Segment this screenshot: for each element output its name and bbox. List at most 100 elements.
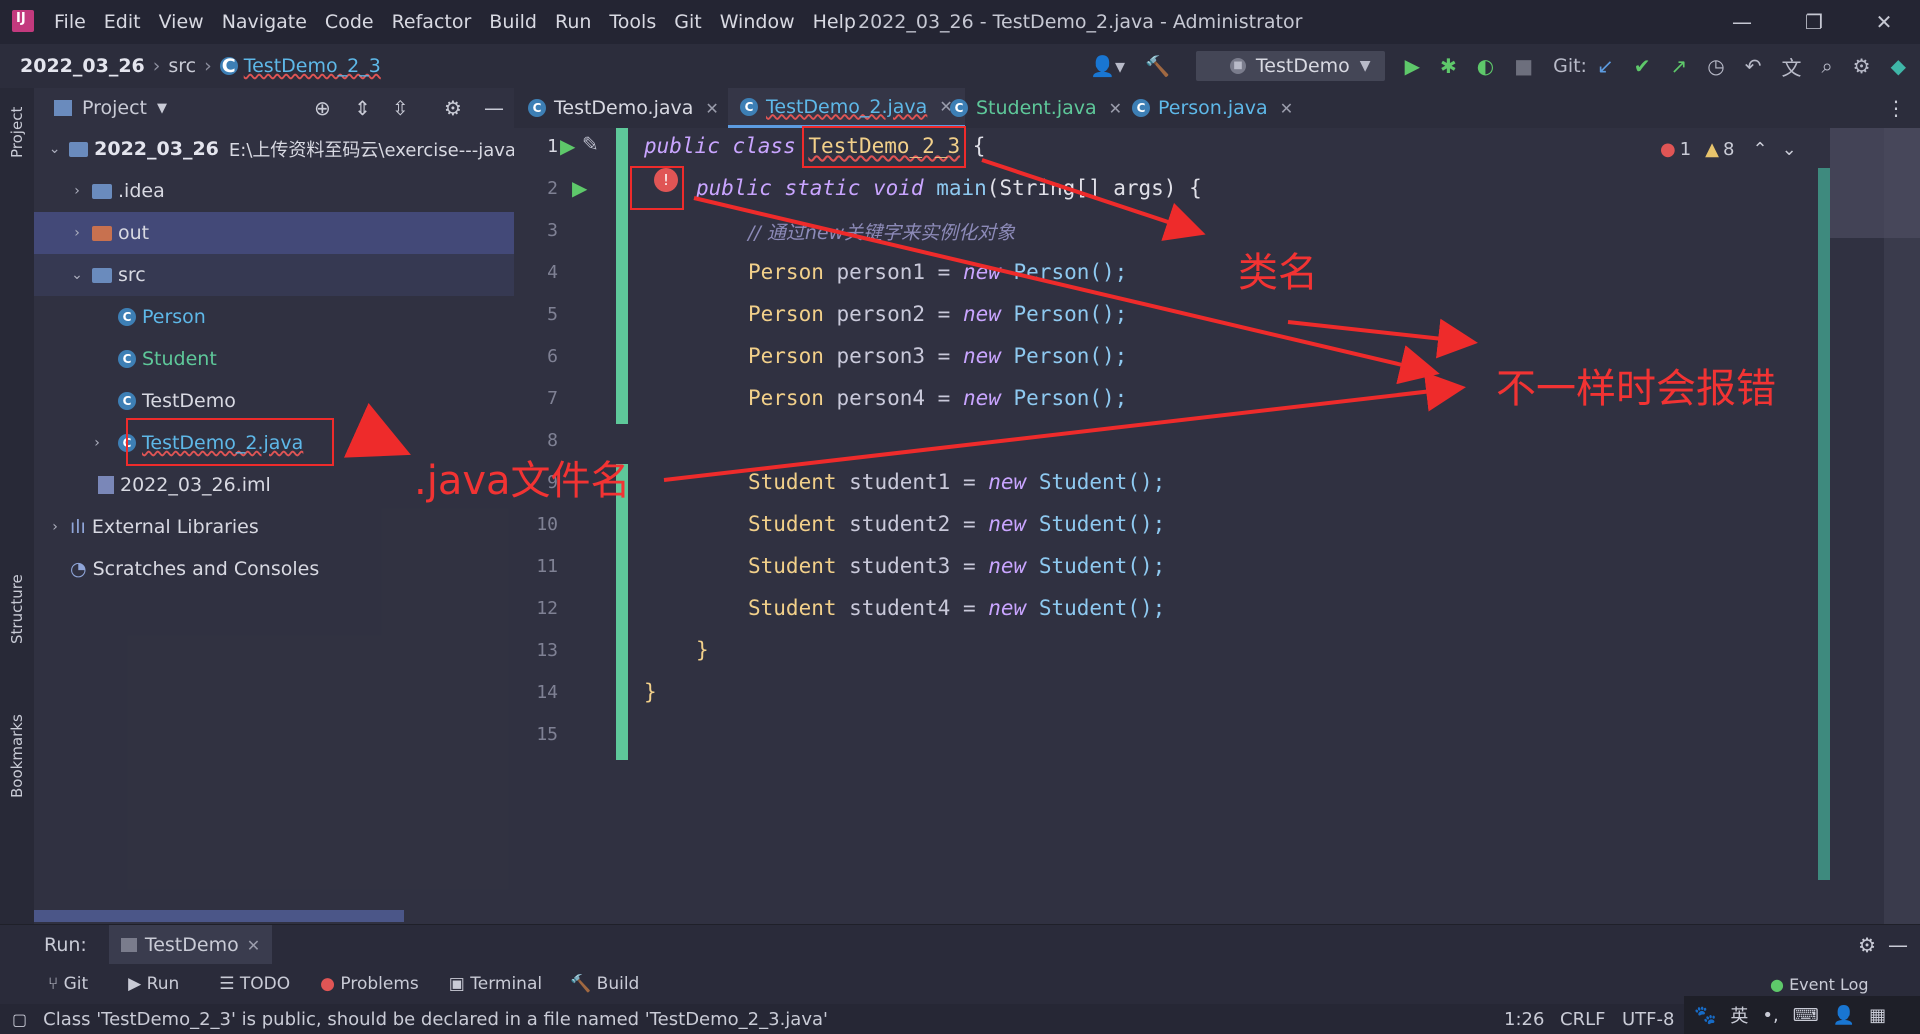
- chevron-down-icon[interactable]: ▼: [157, 101, 167, 116]
- run-gutter-icon[interactable]: ▶: [572, 176, 587, 200]
- event-log-button[interactable]: ● Event Log: [1770, 975, 1869, 994]
- ime-grid-icon[interactable]: ▦: [1869, 1005, 1886, 1026]
- tree-node-testdemo[interactable]: C TestDemo: [34, 380, 514, 422]
- run-icon[interactable]: ▶: [1405, 54, 1420, 78]
- tab-student[interactable]: C Student.java ✕: [950, 88, 1122, 128]
- translate-icon[interactable]: 文: [1781, 52, 1801, 81]
- tab-person[interactable]: C Person.java ✕: [1132, 88, 1293, 128]
- menu-code[interactable]: Code: [325, 11, 374, 33]
- ime-keyboard-icon[interactable]: ⌨: [1793, 1005, 1819, 1026]
- toolwin-build[interactable]: 🔨 Build: [570, 974, 639, 994]
- toolbox-logo-icon[interactable]: ◆: [1891, 54, 1906, 78]
- editor-vertical-scrollbar[interactable]: [1818, 168, 1830, 880]
- build-hammer-icon[interactable]: 🔨: [1145, 54, 1170, 78]
- expand-all-icon[interactable]: ⇕: [354, 96, 371, 120]
- menu-view[interactable]: View: [159, 11, 204, 33]
- stop-icon[interactable]: ■: [1514, 54, 1533, 78]
- menu-tools[interactable]: Tools: [609, 11, 656, 33]
- settings-gear-icon[interactable]: ⚙: [1853, 54, 1871, 78]
- toolwin-problems[interactable]: ● Problems: [320, 974, 419, 994]
- close-tab-icon[interactable]: ✕: [705, 99, 718, 118]
- maximize-button[interactable]: ❐: [1784, 0, 1844, 44]
- project-horizontal-scrollbar[interactable]: [34, 910, 404, 922]
- tab-testdemo[interactable]: C TestDemo.java ✕: [528, 88, 719, 128]
- chevron-down-icon[interactable]: ⌄: [68, 267, 86, 283]
- menu-file[interactable]: File: [54, 11, 86, 33]
- collapse-all-icon[interactable]: ⇳: [392, 96, 409, 120]
- code-editor[interactable]: 1 2 3 4 5 6 7 8 9 10 11 12 13 14 15 ▶ ✎ …: [514, 128, 1884, 924]
- locate-target-icon[interactable]: ⊕: [314, 96, 331, 120]
- run-tab-testdemo[interactable]: TestDemo ✕: [108, 925, 273, 965]
- status-message[interactable]: Class 'TestDemo_2_3' is public, should b…: [43, 1009, 828, 1030]
- breadcrumb-file[interactable]: TestDemo_2_3: [244, 55, 381, 77]
- file-encoding[interactable]: UTF-8: [1622, 1009, 1674, 1030]
- inspection-widget[interactable]: ● 1 ▲ 8 ⌃ ⌄: [1660, 132, 1797, 166]
- ime-language[interactable]: 英: [1730, 1002, 1748, 1028]
- edit-config-icon[interactable]: ✎: [582, 132, 599, 156]
- chevron-right-icon[interactable]: ›: [88, 435, 106, 451]
- bookmarks-tool-tab[interactable]: Bookmarks: [8, 714, 26, 798]
- toolwin-todo[interactable]: ☰ TODO: [219, 974, 290, 994]
- run-settings-gear-icon[interactable]: ⚙: [1858, 933, 1876, 957]
- run-gutter-icon[interactable]: ▶: [560, 134, 575, 158]
- project-tool-tab[interactable]: Project: [8, 107, 26, 158]
- previous-highlight-icon[interactable]: ⌃: [1752, 139, 1767, 160]
- toolwin-terminal[interactable]: ▣ Terminal: [449, 974, 542, 994]
- ime-paw-icon[interactable]: 🐾: [1694, 1005, 1716, 1026]
- hide-panel-icon[interactable]: —: [484, 96, 504, 120]
- breadcrumb-folder[interactable]: src: [168, 55, 196, 77]
- structure-tool-tab[interactable]: Structure: [8, 574, 26, 644]
- menu-refactor[interactable]: Refactor: [392, 11, 472, 33]
- close-tab-icon[interactable]: ✕: [247, 936, 260, 955]
- tree-node-student[interactable]: C Student: [34, 338, 514, 380]
- menu-git[interactable]: Git: [674, 11, 701, 33]
- menu-build[interactable]: Build: [489, 11, 537, 33]
- close-tab-icon[interactable]: ✕: [1280, 99, 1293, 118]
- tree-node-external-libraries[interactable]: › ılı External Libraries: [34, 506, 514, 548]
- tab-testdemo2[interactable]: C TestDemo_2.java ✕: [728, 88, 965, 128]
- hide-run-panel-icon[interactable]: —: [1888, 933, 1908, 957]
- tree-node-person[interactable]: C Person: [34, 296, 514, 338]
- tree-node-src[interactable]: ⌄ src: [34, 254, 514, 296]
- menu-run[interactable]: Run: [555, 11, 591, 33]
- search-icon[interactable]: ⌕: [1821, 54, 1832, 78]
- git-update-icon[interactable]: ↙: [1597, 54, 1614, 78]
- code-var: student2 =: [836, 512, 989, 536]
- toolwin-run[interactable]: ▶ Run: [128, 974, 179, 994]
- chevron-down-icon[interactable]: ⌄: [46, 141, 63, 157]
- menu-edit[interactable]: Edit: [104, 11, 141, 33]
- git-push-icon[interactable]: ↗: [1670, 54, 1687, 78]
- tree-node-idea[interactable]: › .idea: [34, 170, 514, 212]
- next-highlight-icon[interactable]: ⌄: [1782, 139, 1797, 160]
- run-configuration-select[interactable]: ■ TestDemo ▼: [1195, 51, 1385, 81]
- debug-icon[interactable]: ✱: [1440, 54, 1457, 78]
- line-separator[interactable]: CRLF: [1560, 1009, 1605, 1030]
- chevron-right-icon[interactable]: ›: [68, 183, 86, 199]
- close-button[interactable]: ✕: [1854, 0, 1914, 44]
- breadcrumb-project[interactable]: 2022_03_26: [20, 55, 145, 77]
- user-icon[interactable]: 👤▾: [1090, 54, 1125, 78]
- git-commit-icon[interactable]: ✔: [1634, 54, 1651, 78]
- project-panel-title[interactable]: Project: [82, 97, 147, 119]
- panel-settings-gear-icon[interactable]: ⚙: [444, 96, 462, 120]
- tree-node-out[interactable]: › out: [34, 212, 514, 254]
- chevron-right-icon[interactable]: ›: [46, 519, 64, 535]
- git-history-icon[interactable]: ◷: [1707, 54, 1724, 78]
- code-minimap[interactable]: [1830, 128, 1920, 238]
- menu-navigate[interactable]: Navigate: [222, 11, 307, 33]
- minimize-button[interactable]: —: [1712, 0, 1772, 44]
- git-rollback-icon[interactable]: ↶: [1745, 54, 1762, 78]
- more-tabs-icon[interactable]: ⋮: [1886, 96, 1906, 120]
- status-toggle-icon[interactable]: ▢: [12, 1010, 27, 1029]
- menu-window[interactable]: Window: [720, 11, 795, 33]
- tree-node-scratches[interactable]: ◔ Scratches and Consoles: [34, 548, 514, 590]
- close-tab-icon[interactable]: ✕: [1109, 99, 1122, 118]
- chevron-right-icon[interactable]: ›: [68, 225, 86, 241]
- tree-node-project-root[interactable]: ⌄ 2022_03_26 E:\上传资料至码云\exercise---java-…: [34, 128, 514, 170]
- caret-position[interactable]: 1:26: [1504, 1009, 1544, 1030]
- toolwin-git[interactable]: ⑂ Git: [48, 974, 88, 994]
- ime-punct-icon[interactable]: •,: [1762, 1005, 1778, 1026]
- coverage-icon[interactable]: ◐: [1477, 54, 1494, 78]
- ime-user-icon[interactable]: 👤: [1833, 1005, 1855, 1026]
- menu-help[interactable]: Help: [813, 11, 856, 33]
